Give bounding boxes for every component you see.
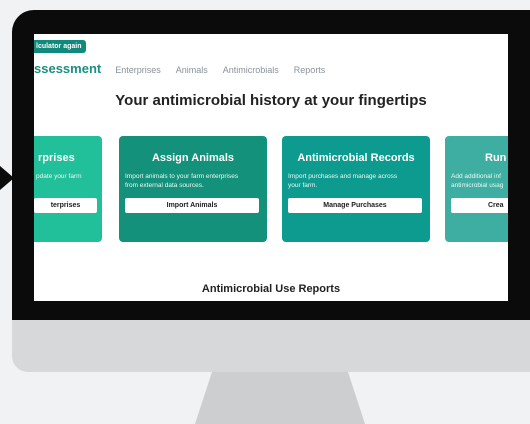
card-title: Antimicrobial Records [297,152,415,164]
nav-animals[interactable]: Animals [176,65,208,75]
card-antimicrobial-records: Antimicrobial Records Import purchases a… [282,136,430,242]
reports-section-title: Antimicrobial Use Reports [201,283,341,295]
screen: lculator again ssessment Enterprises Ani… [34,34,508,301]
manage-purchases-button[interactable]: Manage Purchases [288,198,422,213]
card-title: Run [485,152,507,164]
nav-reports[interactable]: Reports [294,65,326,75]
card-enterprises: rprises pdate your farm terprises [34,136,102,242]
card-text: Import animals to your farm enterprises … [125,173,239,189]
manage-enterprises-button[interactable]: terprises [34,198,97,213]
monitor-chin [12,320,530,372]
card-text: pdate your farm [36,173,82,180]
import-animals-button[interactable]: Import Animals [125,198,259,213]
card-assign-animals: Assign Animals Import animals to your fa… [119,136,267,242]
monitor-stand [195,372,365,424]
nav-enterprises[interactable]: Enterprises [115,65,161,75]
card-text: Import purchases and manage across your … [288,173,398,189]
card-title: Assign Animals [151,152,235,164]
card-run-reports: Run Add additional inf antimicrobial usa… [445,136,508,242]
brand-title[interactable]: ssessment [34,61,101,76]
calculator-badge[interactable]: lculator again [34,40,86,53]
card-text: Add additional inf antimicrobial usag [451,173,504,189]
hero-title: Your antimicrobial history at your finge… [115,92,427,109]
top-nav: ssessment Enterprises Animals Antimicrob… [34,61,340,77]
create-report-button[interactable]: Crea [451,198,508,213]
pointer-arrow-icon [0,166,14,190]
card-title: rprises [38,152,75,164]
nav-antimicrobials[interactable]: Antimicrobials [223,65,279,75]
